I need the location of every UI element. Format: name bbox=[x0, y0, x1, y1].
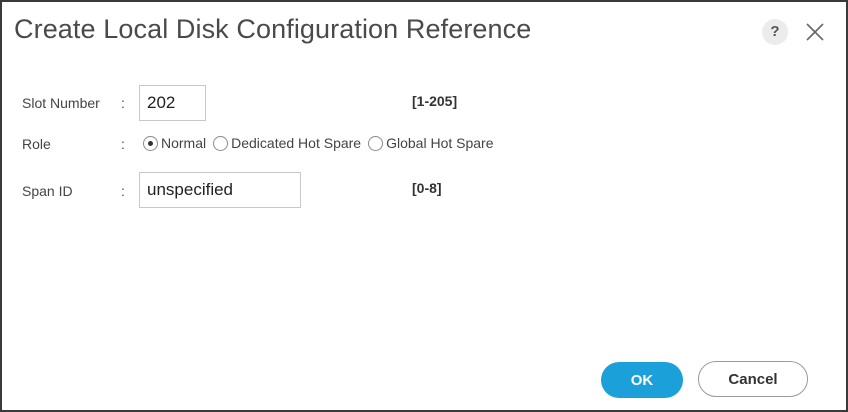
radio-button[interactable] bbox=[368, 135, 384, 151]
slot-number-label: Slot Number bbox=[22, 95, 100, 111]
role-colon: : bbox=[121, 136, 125, 152]
role-radio-group: Normal Dedicated Hot Spare Global Hot Sp… bbox=[143, 135, 501, 151]
radio-button-selected[interactable] bbox=[143, 135, 158, 151]
close-icon[interactable] bbox=[803, 20, 827, 44]
span-id-range-hint: [0-8] bbox=[412, 180, 442, 196]
dialog-title: Create Local Disk Configuration Referenc… bbox=[14, 14, 532, 44]
role-label: Role bbox=[22, 136, 51, 152]
slot-number-range-hint: [1-205] bbox=[412, 93, 458, 109]
radio-selected-dot bbox=[148, 140, 153, 146]
radio-button[interactable] bbox=[213, 135, 229, 151]
role-option-dedicated-hot-spare[interactable]: Dedicated Hot Spare bbox=[213, 135, 361, 151]
role-option-label: Dedicated Hot Spare bbox=[231, 135, 362, 151]
role-option-label: Normal bbox=[161, 135, 207, 151]
span-id-colon: : bbox=[121, 183, 125, 199]
span-id-input[interactable] bbox=[139, 172, 301, 208]
role-option-label: Global Hot Spare bbox=[386, 135, 494, 151]
slot-number-input[interactable] bbox=[139, 85, 206, 121]
ok-button[interactable]: OK bbox=[601, 362, 683, 398]
cancel-button[interactable]: Cancel bbox=[698, 361, 808, 397]
help-icon[interactable]: ? bbox=[762, 19, 788, 45]
span-id-label: Span ID bbox=[22, 183, 73, 199]
create-local-disk-config-dialog: Create Local Disk Configuration Referenc… bbox=[0, 0, 848, 412]
slot-number-colon: : bbox=[121, 95, 125, 111]
role-option-global-hot-spare[interactable]: Global Hot Spare bbox=[368, 135, 494, 151]
role-option-normal[interactable]: Normal bbox=[143, 135, 206, 151]
